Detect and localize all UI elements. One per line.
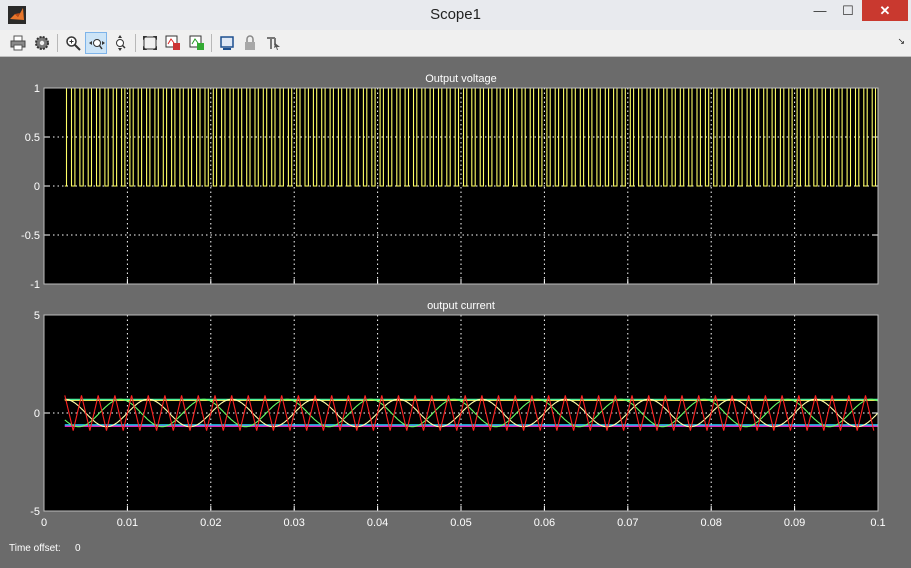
gear-icon [35, 36, 49, 50]
minimize-button[interactable]: — [806, 0, 834, 21]
lock-axes-button[interactable] [239, 32, 261, 54]
zoom-x-icon [89, 39, 105, 50]
maximize-button[interactable]: ☐ [834, 0, 862, 21]
x-tick-label: 0.04 [367, 517, 388, 529]
toolbar-separator [211, 34, 212, 52]
lock-icon [245, 35, 255, 50]
zoom-y-icon [116, 35, 126, 51]
y-tick-label: 0 [34, 408, 40, 420]
scope-plot-area: 1 0.5 0 -0.5 -1 Output voltage 5 0 -5 0 0.01 0.02 0.… [0, 57, 911, 568]
floating-scope-button[interactable] [216, 32, 238, 54]
y-tick-label: -5 [30, 506, 40, 518]
scope-axes: 10.50-0.5-1Output voltage50-50 0.01 0.02 0.… [21, 73, 886, 529]
x-tick-label: 0.1 [870, 517, 885, 529]
x-tick-label: 0.05 [450, 517, 471, 529]
floating-scope-icon [220, 36, 234, 50]
x-tick-label: 0.06 [534, 517, 555, 529]
restore-axes-icon [189, 35, 204, 50]
x-tick-label: 0.07 [617, 517, 638, 529]
x-tick-label: 0.01 [117, 517, 138, 529]
time-offset-value: 0 [75, 543, 81, 554]
plot-title: output current [427, 300, 495, 312]
y-tick-label: -1 [30, 279, 40, 291]
autoscale-icon [143, 36, 157, 50]
toolbar-separator [57, 34, 58, 52]
print-button[interactable] [7, 32, 29, 54]
minimize-icon: — [813, 3, 827, 18]
restore-axes-settings-button[interactable] [186, 32, 208, 54]
close-icon: ✕ [879, 3, 891, 18]
zoom-x-axis-button[interactable] [85, 32, 107, 54]
x-tick-label: 0.09 [784, 517, 805, 529]
zoom-y-axis-button[interactable] [109, 32, 131, 54]
x-tick-label: 0.08 [700, 517, 721, 529]
plot-title: Output voltage [425, 73, 497, 85]
y-tick-label: 0 [34, 181, 40, 193]
y-tick-label: 5 [34, 310, 40, 322]
toolbar-separator [135, 34, 136, 52]
toolbar: ↘ [0, 30, 911, 57]
title-bar: Scope1 — ☐ ✕ [0, 0, 911, 31]
time-offset-label: Time offset: [9, 543, 61, 554]
close-button[interactable]: ✕ [862, 0, 908, 21]
y-tick-label: 0.5 [25, 132, 40, 144]
window-title: Scope1 [430, 6, 481, 23]
toolbar-overflow-icon[interactable]: ↘ [897, 36, 905, 47]
x-tick-label: 0 [41, 517, 47, 529]
x-tick-label: 0.02 [200, 517, 221, 529]
maximize-icon: ☐ [842, 3, 854, 18]
save-axes-settings-button[interactable] [162, 32, 184, 54]
autoscale-button[interactable] [139, 32, 161, 54]
parameters-button[interactable] [31, 32, 53, 54]
x-tick-label: 0.03 [283, 517, 304, 529]
signal-selection-button[interactable] [263, 32, 285, 54]
y-tick-label: 1 [34, 83, 40, 95]
magnifier-plus-icon [66, 36, 81, 51]
signal-selection-icon [267, 37, 280, 50]
printer-icon [10, 35, 26, 51]
save-axes-icon [165, 35, 180, 50]
zoom-button[interactable] [62, 32, 84, 54]
y-tick-label: -0.5 [21, 230, 40, 242]
